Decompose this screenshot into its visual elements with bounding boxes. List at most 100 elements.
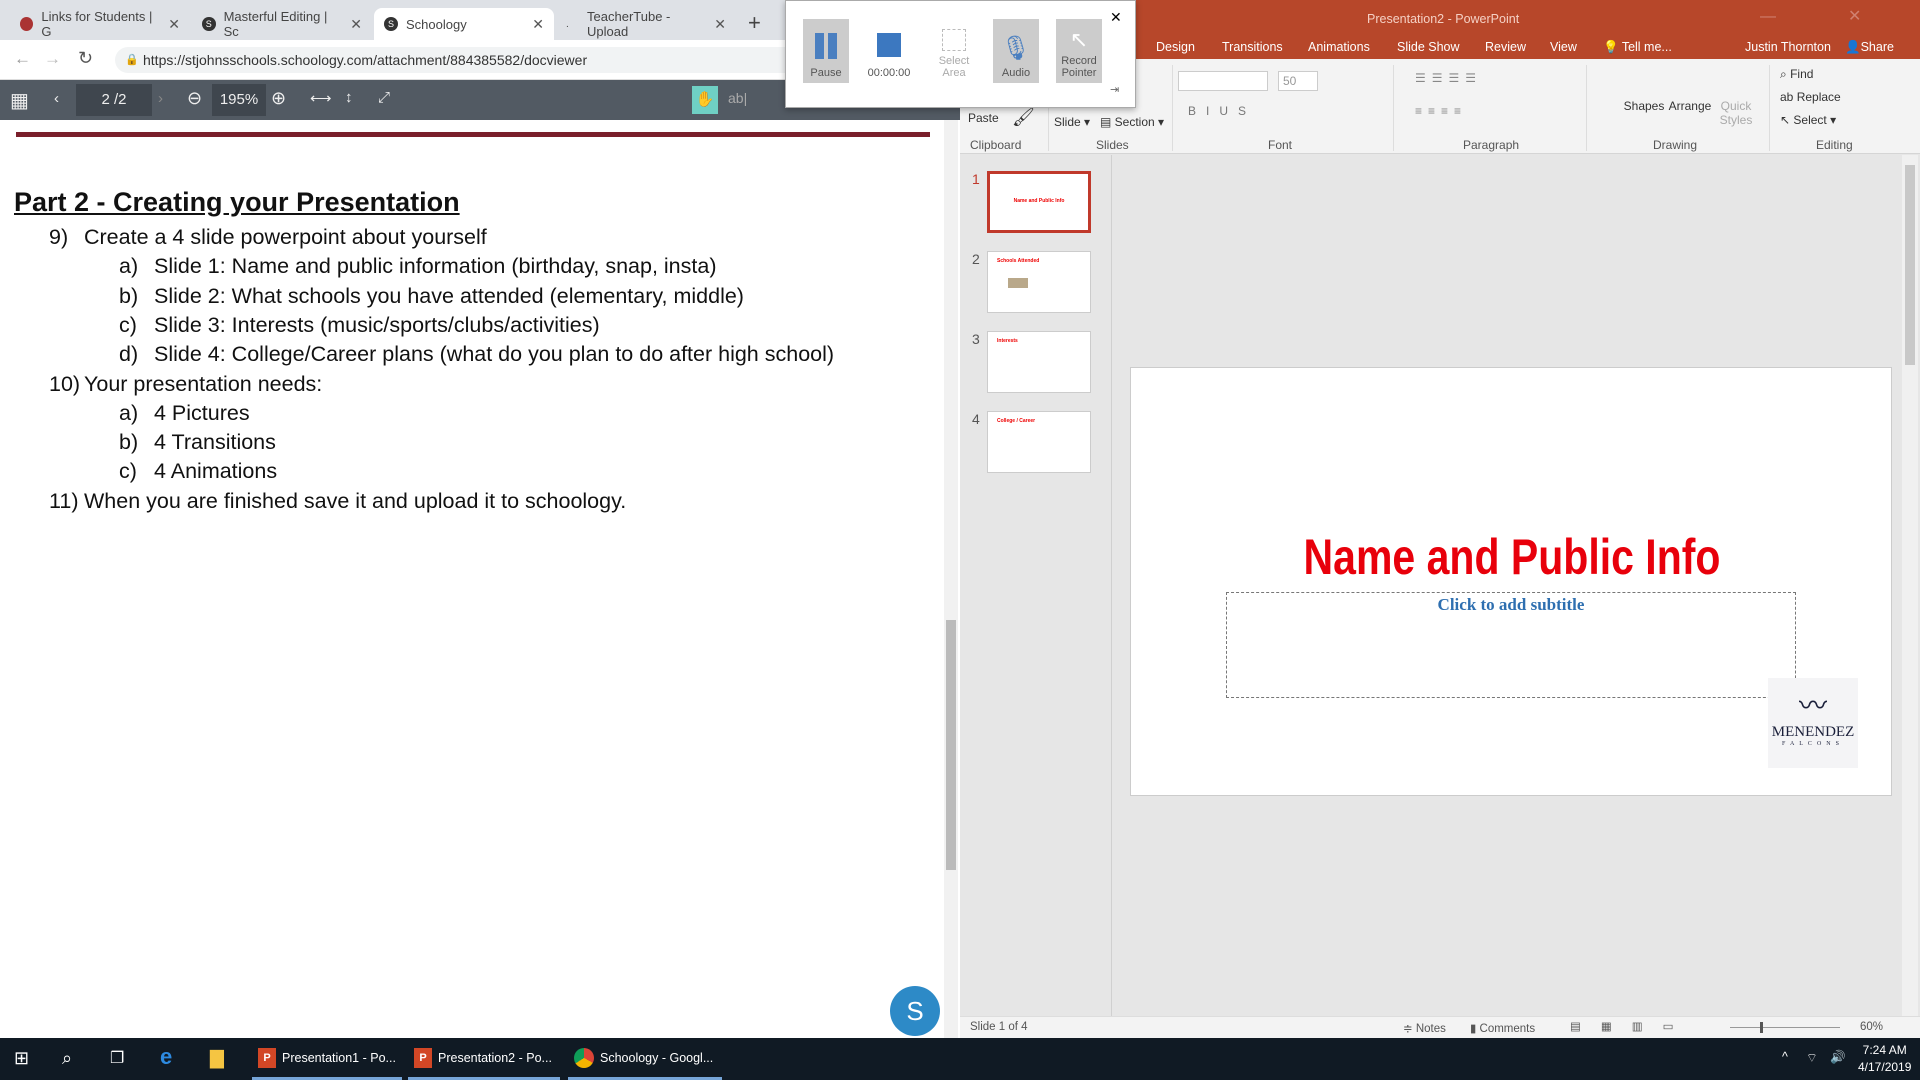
zoom-level[interactable]: 195% xyxy=(212,84,266,116)
pointer-icon: ↖ xyxy=(1069,27,1089,52)
tab-review[interactable]: Review xyxy=(1485,40,1526,54)
font-name-input[interactable] xyxy=(1178,71,1268,91)
windows-start-icon[interactable]: ⊞ xyxy=(14,1048,29,1069)
window-title: Presentation2 - PowerPoint xyxy=(1367,12,1520,26)
tab-schoology[interactable]: S Schoology ✕ xyxy=(374,8,554,40)
slide-title[interactable]: Name and Public Info xyxy=(1200,528,1825,586)
select-area-button[interactable]: Select Area xyxy=(931,19,977,83)
chat-bubble-button[interactable]: S xyxy=(890,986,940,1036)
list-marker: d) xyxy=(119,342,139,367)
format-painter-icon[interactable]: 🖌 xyxy=(1012,107,1035,128)
page-indicator[interactable]: 2 /2 xyxy=(76,84,152,116)
close-icon[interactable]: ✕ xyxy=(532,16,544,33)
slide-thumbnail[interactable]: Schools Attended xyxy=(987,251,1091,313)
tray-chevron-icon[interactable]: ^ xyxy=(1782,1050,1788,1064)
close-icon[interactable]: ✕ xyxy=(1848,6,1861,26)
pause-button[interactable]: Pause xyxy=(803,19,849,83)
align-buttons[interactable]: ≡≡≡≡ xyxy=(1415,104,1467,118)
list-marker: b) xyxy=(119,283,139,308)
fullscreen-icon[interactable]: ⤢ xyxy=(378,89,390,106)
zoom-in-icon[interactable]: ⊕ xyxy=(271,88,286,109)
pin-icon[interactable]: ⇥ xyxy=(1110,83,1119,96)
search-icon[interactable]: ⌕ xyxy=(62,1048,72,1069)
slide-number: 4 xyxy=(972,411,980,427)
record-pointer-button[interactable]: ↖ Record Pointer xyxy=(1056,19,1102,83)
new-slide-button[interactable]: Slide ▾ xyxy=(1054,115,1090,129)
quick-styles-button[interactable]: Quick Styles xyxy=(1716,99,1756,127)
zoom-slider[interactable] xyxy=(1730,1022,1840,1033)
tab-view[interactable]: View xyxy=(1550,40,1577,54)
list-buttons[interactable]: ☰☰☰☰ xyxy=(1415,71,1482,85)
view-buttons[interactable]: ▤▦▥▭ xyxy=(1570,1019,1693,1033)
user-name[interactable]: Justin Thornton xyxy=(1745,40,1831,54)
reload-icon[interactable]: ↻ xyxy=(78,48,93,69)
clock[interactable]: 7:24 AM 4/17/2019 xyxy=(1858,1042,1911,1076)
tab-links-for-students[interactable]: Links for Students | G ✕ xyxy=(10,8,190,40)
tab-transitions[interactable]: Transitions xyxy=(1222,40,1283,54)
volume-icon[interactable]: 🔊 xyxy=(1830,1050,1846,1065)
font-format-buttons[interactable]: BIUS xyxy=(1188,104,1256,118)
replace-button[interactable]: ab Replace xyxy=(1780,90,1841,104)
scrollbar[interactable] xyxy=(1902,155,1918,1016)
slide-number: 2 xyxy=(972,251,980,267)
subtitle-placeholder[interactable]: Click to add subtitle xyxy=(1226,592,1796,698)
share-button[interactable]: 👤Share xyxy=(1845,40,1894,55)
edge-icon[interactable]: e xyxy=(160,1044,172,1070)
wifi-icon[interactable]: ⌔ xyxy=(1806,1050,1818,1066)
list-marker: a) xyxy=(119,400,139,425)
back-icon[interactable]: ← xyxy=(14,49,31,69)
close-icon[interactable]: ✕ xyxy=(714,16,726,33)
tab-animations[interactable]: Animations xyxy=(1308,40,1370,54)
lightbulb-icon: 💡 xyxy=(1603,40,1619,54)
scrollbar[interactable] xyxy=(944,120,958,1038)
arrange-button[interactable]: Arrange xyxy=(1666,59,1714,119)
text-select-icon[interactable]: ab| xyxy=(728,90,747,106)
file-explorer-icon[interactable]: ▇ xyxy=(210,1048,224,1069)
hand-tool-icon[interactable]: ✋ xyxy=(692,86,718,114)
tell-me-search[interactable]: 💡 Tell me... xyxy=(1603,40,1672,55)
zoom-percent[interactable]: 60% xyxy=(1860,1021,1883,1033)
fit-height-icon[interactable]: ↕ xyxy=(345,89,353,106)
new-tab-button[interactable]: + xyxy=(748,10,761,36)
close-icon[interactable]: ✕ xyxy=(1110,9,1122,26)
taskbar-app-presentation1[interactable]: P Presentation1 - Po... xyxy=(252,1038,402,1080)
fit-width-icon[interactable]: ⟷ xyxy=(310,89,332,107)
school-icon xyxy=(20,17,34,31)
tab-masterful-editing[interactable]: S Masterful Editing | Sc ✕ xyxy=(192,8,372,40)
font-size-input[interactable]: 50 xyxy=(1278,71,1318,91)
tab-teachertube[interactable]: . TeacherTube - Upload ✕ xyxy=(556,8,736,40)
list-item-text: Your presentation needs: xyxy=(84,371,323,396)
stop-button[interactable]: 00:00:00 xyxy=(864,19,914,83)
zoom-out-icon[interactable]: ⊖ xyxy=(187,88,202,109)
slide-thumbnail[interactable]: Name and Public Info xyxy=(987,171,1091,233)
section-button[interactable]: ▤ Section ▾ xyxy=(1100,115,1164,129)
taskbar-app-chrome[interactable]: Schoology - Googl... xyxy=(568,1038,722,1080)
paste-button[interactable]: Paste xyxy=(968,111,999,125)
task-view-icon[interactable]: ❐ xyxy=(110,1048,124,1068)
taskbar-app-presentation2[interactable]: P Presentation2 - Po... xyxy=(408,1038,560,1080)
prev-page-icon[interactable]: ‹ xyxy=(54,90,59,107)
thumbnail-title: Interests xyxy=(997,338,1018,344)
chrome-icon xyxy=(574,1047,594,1068)
find-button[interactable]: ⌕ Find xyxy=(1780,67,1813,82)
tab-design[interactable]: Design xyxy=(1156,40,1195,54)
recording-toolbar: Pause 00:00:00 Select Area 🎙 Audio ↖ Record… xyxy=(785,0,1136,108)
next-page-icon[interactable]: › xyxy=(158,90,163,107)
select-button[interactable]: ↖ Select ▾ xyxy=(1780,113,1836,127)
audio-button[interactable]: 🎙 Audio xyxy=(993,19,1039,83)
forward-icon[interactable]: → xyxy=(44,49,61,69)
close-icon[interactable]: ✕ xyxy=(350,16,362,33)
minimize-icon[interactable]: — xyxy=(1760,8,1776,26)
tab-slide-show[interactable]: Slide Show xyxy=(1397,40,1460,54)
slide-thumbnail[interactable]: College / Career xyxy=(987,411,1091,473)
notes-button[interactable]: ≑ Notes xyxy=(1403,1021,1446,1035)
zoom-slider-thumb[interactable] xyxy=(1760,1022,1763,1033)
grid-icon[interactable]: ▦ xyxy=(10,88,29,113)
close-icon[interactable]: ✕ xyxy=(168,16,180,33)
shapes-button[interactable]: Shapes xyxy=(1622,59,1666,119)
comments-button[interactable]: ▮ Comments xyxy=(1470,1021,1535,1035)
slide-thumbnail[interactable]: Interests xyxy=(987,331,1091,393)
slide-canvas[interactable]: Name and Public Info Click to add subtit… xyxy=(1130,367,1892,796)
list-item-text: Slide 4: College/Career plans (what do y… xyxy=(154,342,835,367)
slide-thumbnails-panel: 1 Name and Public Info 2 Schools Attended 3 I… xyxy=(960,155,1112,1016)
